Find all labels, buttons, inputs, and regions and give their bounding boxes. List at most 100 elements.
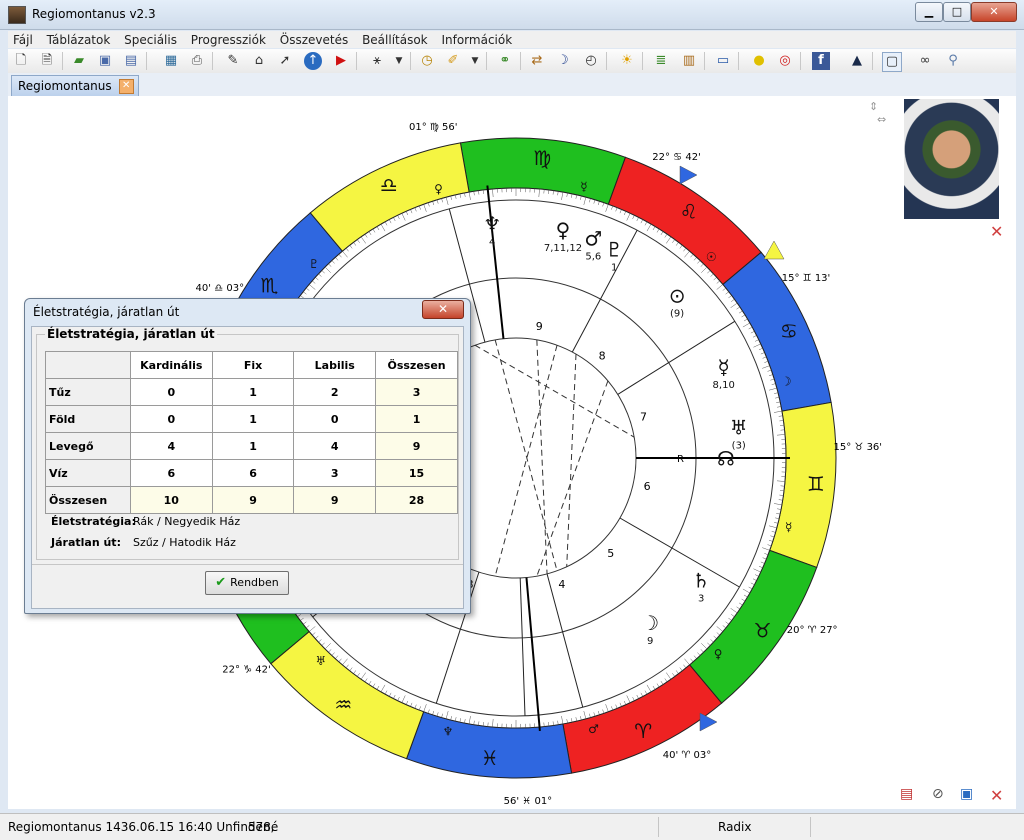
- planet-glyph: ♄: [692, 569, 710, 593]
- table-cell-total: 3: [376, 379, 458, 406]
- close-portrait-icon[interactable]: ✕: [990, 222, 1003, 241]
- axis-label: R: [677, 454, 684, 465]
- menu-information[interactable]: Információk: [436, 31, 517, 49]
- path-line: Járatlan út:Szűz / Hatodik Ház: [51, 536, 236, 549]
- picture-icon[interactable]: ▦: [162, 52, 180, 70]
- marker-triangle: [680, 166, 697, 184]
- col-cardinal: Kardinális: [130, 352, 212, 379]
- comment-icon[interactable]: ▢: [882, 52, 902, 72]
- table-cell: 2: [294, 379, 376, 406]
- dialog-close-button[interactable]: ✕: [422, 300, 464, 319]
- house-number: 4: [558, 578, 565, 591]
- magnifier-icon[interactable]: ⚲: [944, 52, 962, 70]
- menu-special[interactable]: Speciális: [119, 31, 182, 49]
- table-total-row: Összesen 10 9 9 28: [46, 487, 458, 514]
- clock-icon[interactable]: ◷: [418, 52, 436, 70]
- sign-glyph: ♒: [334, 693, 352, 717]
- dropdown-icon-2[interactable]: ▼: [466, 52, 484, 70]
- table-cell: 1: [212, 433, 294, 460]
- timer-icon[interactable]: ◴: [582, 52, 600, 70]
- move-vertical-icon[interactable]: ⇕: [869, 100, 878, 113]
- planet-house-label: 1: [611, 263, 617, 274]
- status-bar: Regiomontanus 1436.06.15 16:40 Unfinden,…: [0, 813, 1024, 840]
- lifebuoy-icon[interactable]: ◎: [776, 52, 794, 70]
- sun-icon[interactable]: ☀: [618, 52, 636, 70]
- glasses-icon[interactable]: ∞: [916, 52, 934, 70]
- status-info: Regiomontanus 1436.06.15 16:40 Unfinden,: [8, 818, 274, 836]
- maximize-button[interactable]: □: [943, 2, 971, 22]
- report-icon[interactable]: ▤: [900, 786, 913, 802]
- print-icon[interactable]: ⎙: [188, 52, 206, 70]
- ruler-glyph: ☿: [785, 520, 792, 534]
- close-chart-icon[interactable]: ✕: [990, 786, 1003, 805]
- menu-comparison[interactable]: Összevetés: [275, 31, 353, 49]
- new-doc-icon[interactable]: 🗎: [38, 52, 56, 70]
- planet-house-label: (9): [670, 308, 684, 319]
- sign-glyph: ♍: [533, 146, 551, 170]
- marker-triangle: [700, 713, 717, 731]
- ruler-glyph: ♀: [714, 647, 723, 661]
- books-icon[interactable]: ▥: [680, 52, 698, 70]
- menu-file[interactable]: Fájl: [8, 31, 38, 49]
- ok-button[interactable]: ✔Rendben: [205, 571, 289, 595]
- row-label: Tűz: [46, 379, 131, 406]
- aspect-icon[interactable]: ⚹: [368, 52, 386, 70]
- graduate-icon[interactable]: ▲: [848, 52, 866, 70]
- up-icon[interactable]: ↑: [304, 52, 322, 70]
- pointer-icon[interactable]: ➚: [276, 52, 294, 70]
- stats-group: Életstratégia, járatlan út Kardinális Fi…: [36, 334, 459, 560]
- menu-settings[interactable]: Beállítások: [357, 31, 433, 49]
- table-row: Levegő 4 1 4 9: [46, 433, 458, 460]
- moon-icon[interactable]: ☽: [554, 52, 572, 70]
- dropdown-icon[interactable]: ▼: [390, 52, 408, 70]
- layers-icon[interactable]: ≣: [652, 52, 670, 70]
- home-icon[interactable]: ⌂: [250, 52, 268, 70]
- stats-table: Kardinális Fix Labilis Összesen Tűz 0 1 …: [45, 351, 458, 514]
- planet-house-label: 7,11,12: [544, 243, 582, 254]
- table-cell-total: 9: [376, 433, 458, 460]
- table-cell: 1: [212, 379, 294, 406]
- status-mode: Radix: [718, 818, 751, 836]
- toolbar: 🗋 🗎 ▰ ▣ ▤ ▦ ⎙ ✎ ⌂ ➚ ↑ ▶ ⚹ ▼ ◷ ✐ ▼ ⚭ ⇄ ☽ …: [8, 49, 1016, 74]
- ruler-glyph: ♇: [308, 257, 319, 271]
- app-icon: [8, 6, 26, 24]
- monitor-icon[interactable]: ▭: [714, 52, 732, 70]
- table-cell[interactable]: 0: [130, 379, 212, 406]
- bulb-icon[interactable]: ●: [750, 52, 768, 70]
- direction-icon[interactable]: ⇄: [528, 52, 546, 70]
- flag-icon[interactable]: ▶: [332, 52, 350, 70]
- sign-glyph: ♏: [260, 273, 278, 297]
- tab-regiomontanus[interactable]: Regiomontanus ✕: [11, 75, 139, 96]
- path-value: Szűz / Hatodik Ház: [133, 536, 236, 549]
- cusp-label: 56' ♓ 01°: [504, 796, 553, 807]
- sign-glyph: ♋: [780, 319, 798, 343]
- menu-tables[interactable]: Táblázatok: [42, 31, 116, 49]
- planet-glyph: ♇: [605, 238, 623, 262]
- minimize-button[interactable]: ▁: [915, 2, 943, 22]
- table-cell: 10: [130, 487, 212, 514]
- row-label: Víz: [46, 460, 131, 487]
- save-icon[interactable]: ▣: [96, 52, 114, 70]
- chain-icon[interactable]: ⚭: [496, 52, 514, 70]
- strategy-value: Rák / Negyedik Ház: [133, 515, 240, 528]
- paint-icon[interactable]: ✐: [444, 52, 462, 70]
- table-cell: 6: [212, 460, 294, 487]
- planet-glyph: ☽: [641, 611, 659, 635]
- close-window-button[interactable]: ✕: [971, 2, 1017, 22]
- new-file-icon[interactable]: 🗋: [12, 52, 30, 70]
- cusp-label: 22° ♑ 42': [222, 665, 271, 676]
- open-folder-icon[interactable]: ▰: [70, 52, 88, 70]
- move-horizontal-icon[interactable]: ⇔: [877, 113, 886, 126]
- path-label: Járatlan út:: [51, 536, 133, 549]
- tools-icon[interactable]: ✎: [224, 52, 242, 70]
- row-label: Levegő: [46, 433, 131, 460]
- export-icon[interactable]: ▣: [960, 786, 973, 802]
- cusp-label: 40' ♈ 03°: [663, 750, 712, 761]
- menu-progressions[interactable]: Progressziók: [186, 31, 271, 49]
- paperclip-icon[interactable]: ⊘: [932, 786, 944, 802]
- save-all-icon[interactable]: ▤: [122, 52, 140, 70]
- facebook-icon[interactable]: f: [812, 52, 830, 70]
- table-cell: 4: [294, 433, 376, 460]
- cusp-label: 20° ♈ 27°: [787, 625, 838, 636]
- tab-close-icon[interactable]: ✕: [119, 79, 134, 94]
